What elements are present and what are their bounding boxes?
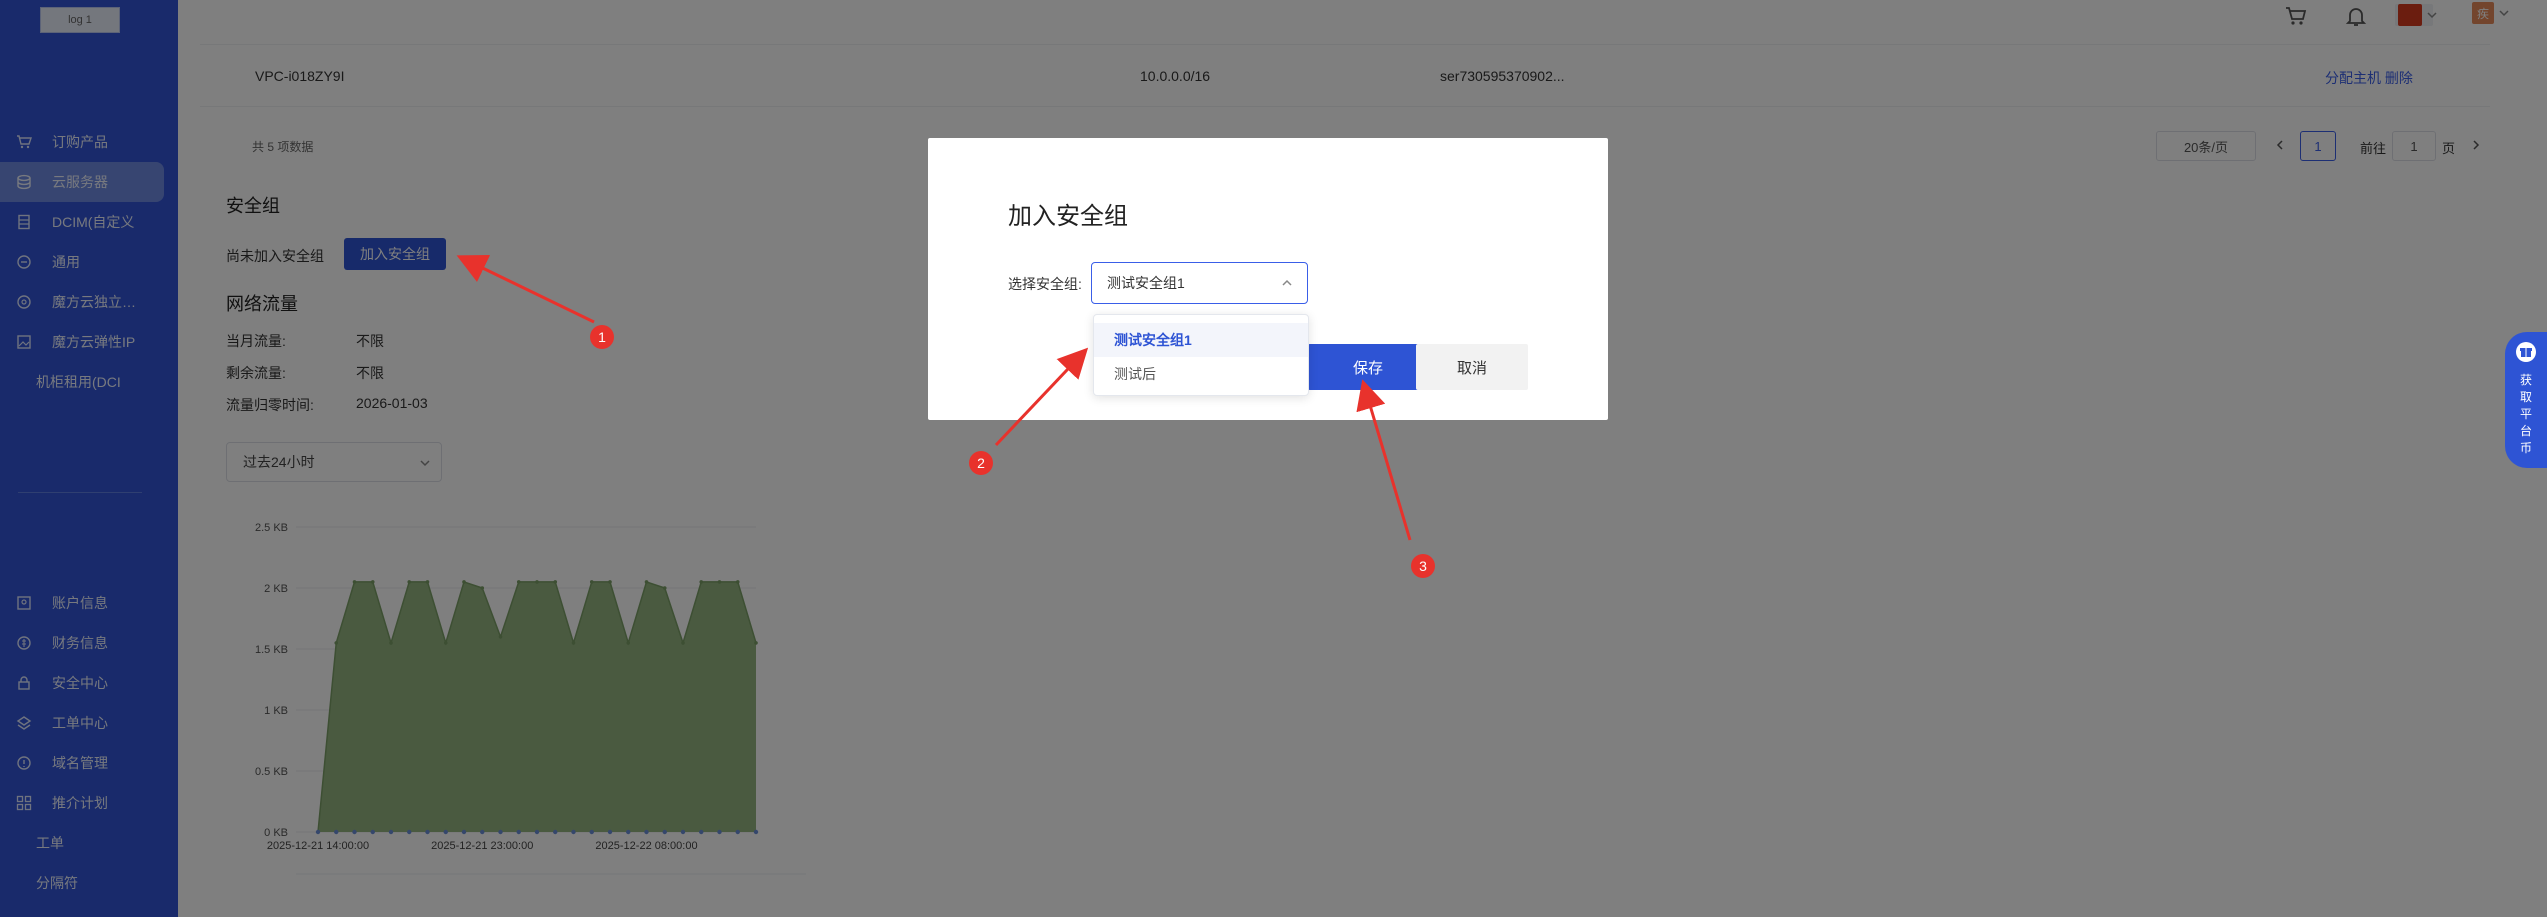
annotation-arrows <box>456 254 1412 541</box>
annotation-marker-2: 2 <box>969 451 993 475</box>
annotation-marker-3: 3 <box>1411 554 1435 578</box>
arrow-1 <box>456 254 595 324</box>
arrow-2 <box>994 347 1089 447</box>
arrow-3 <box>1356 379 1412 541</box>
annotation-marker-1: 1 <box>590 325 614 349</box>
